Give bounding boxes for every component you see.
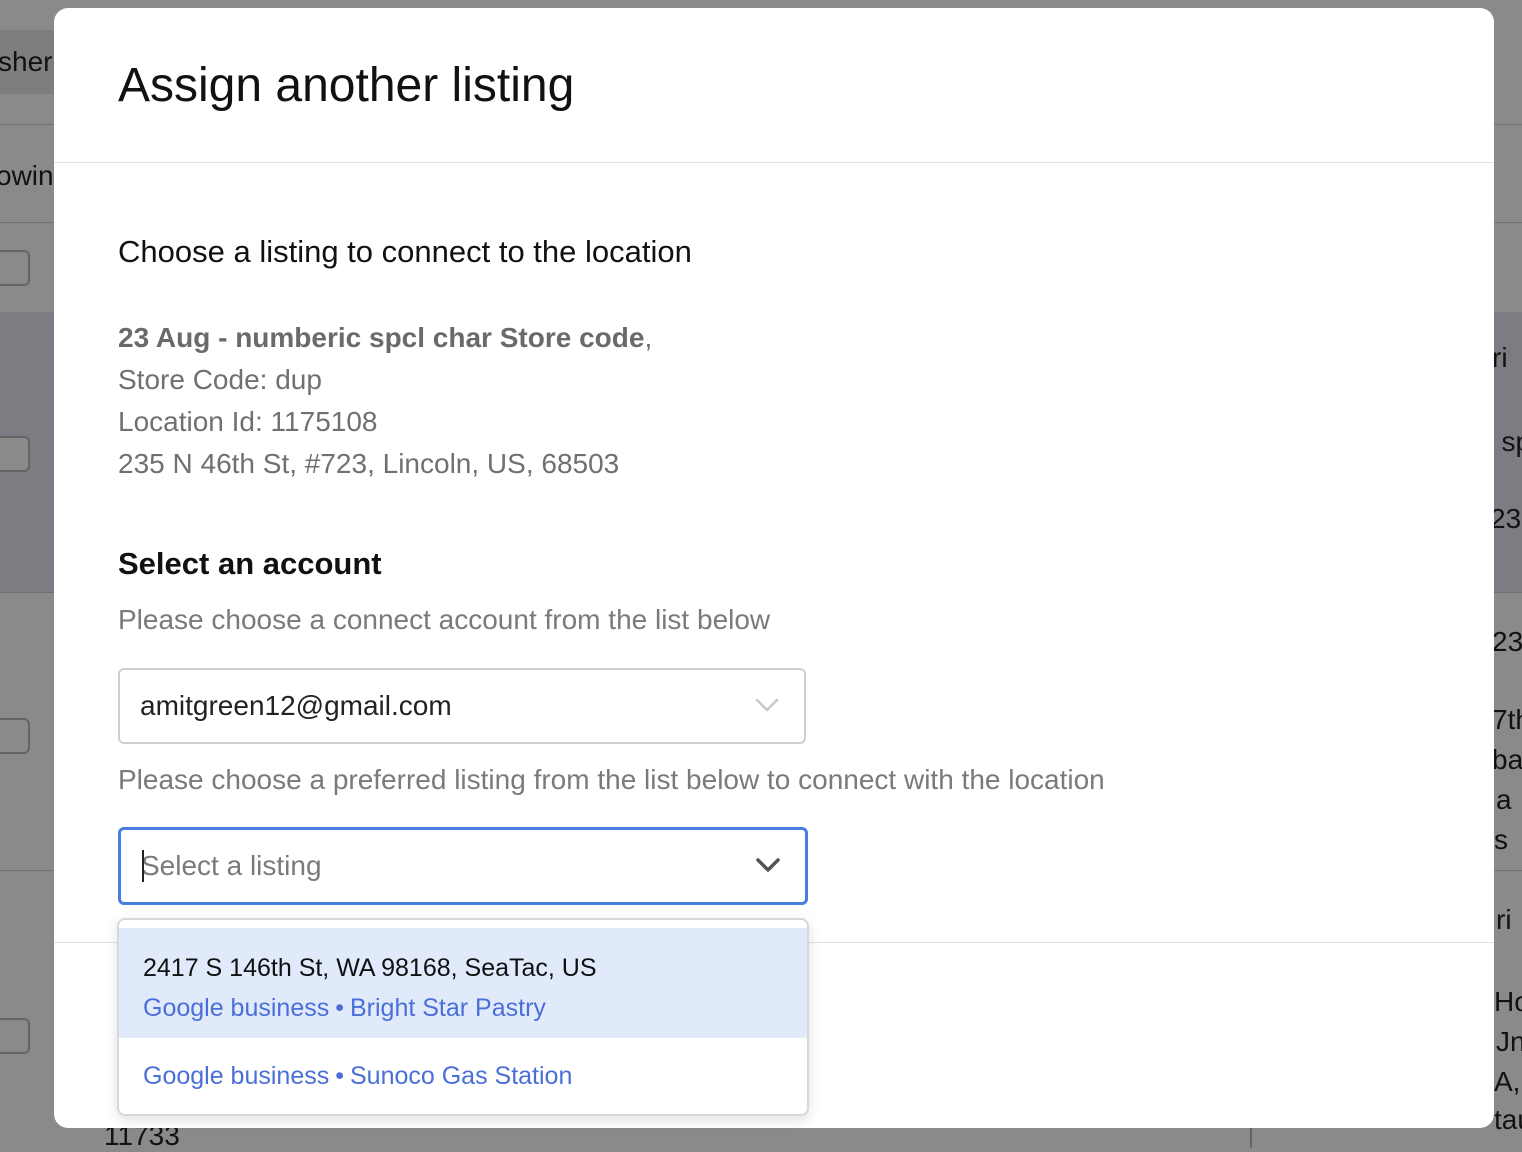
listing-search-input[interactable]: [141, 846, 721, 886]
listing-option-meta: Google business • Sunoco Gas Station: [143, 1062, 572, 1091]
separator-dot: •: [335, 1062, 344, 1090]
listing-select[interactable]: [118, 827, 808, 905]
chevron-down-icon[interactable]: [755, 854, 781, 876]
listing-option-address: 2417 S 146th St, WA 98168, SeaTac, US: [143, 954, 597, 982]
location-name-separator: ,: [644, 322, 653, 353]
listing-dropdown-menu: 2417 S 146th St, WA 98168, SeaTac, US Go…: [117, 918, 809, 1116]
modal-header: Assign another listing: [54, 8, 1494, 163]
account-select[interactable]: amitgreen12@gmail.com: [118, 668, 806, 744]
listing-option-source: Google business: [143, 1062, 330, 1090]
account-section-title: Select an account: [118, 546, 382, 581]
location-details: 23 Aug - numberic spcl char Store code, …: [118, 317, 652, 485]
listing-help-text: Please choose a preferred listing from t…: [118, 764, 1105, 795]
listing-option[interactable]: Google business • Sunoco Gas Station: [119, 1038, 807, 1112]
location-name-line: 23 Aug - numberic spcl char Store code,: [118, 317, 652, 359]
listing-option[interactable]: 2417 S 146th St, WA 98168, SeaTac, US Go…: [119, 928, 807, 1038]
account-help-text: Please choose a connect account from the…: [118, 604, 771, 635]
listing-option-meta: Google business • Bright Star Pastry: [143, 994, 546, 1023]
modal-title: Assign another listing: [118, 59, 575, 112]
location-store-code: Store Code: dup: [118, 364, 322, 395]
location-name: 23 Aug - numberic spcl char Store code: [118, 322, 645, 353]
separator-dot: •: [335, 994, 344, 1022]
text-caret: [142, 850, 144, 882]
listing-option-name: Bright Star Pastry: [350, 994, 546, 1022]
location-address: 235 N 46th St, #723, Lincoln, US, 68503: [118, 448, 620, 479]
chevron-down-icon[interactable]: [754, 694, 780, 716]
section-title: Choose a listing to connect to the locat…: [118, 234, 692, 269]
listing-option-source: Google business: [143, 994, 330, 1022]
location-id: Location Id: 1175108: [118, 406, 378, 437]
listing-option-name: Sunoco Gas Station: [350, 1062, 573, 1090]
account-select-value: amitgreen12@gmail.com: [140, 690, 452, 721]
